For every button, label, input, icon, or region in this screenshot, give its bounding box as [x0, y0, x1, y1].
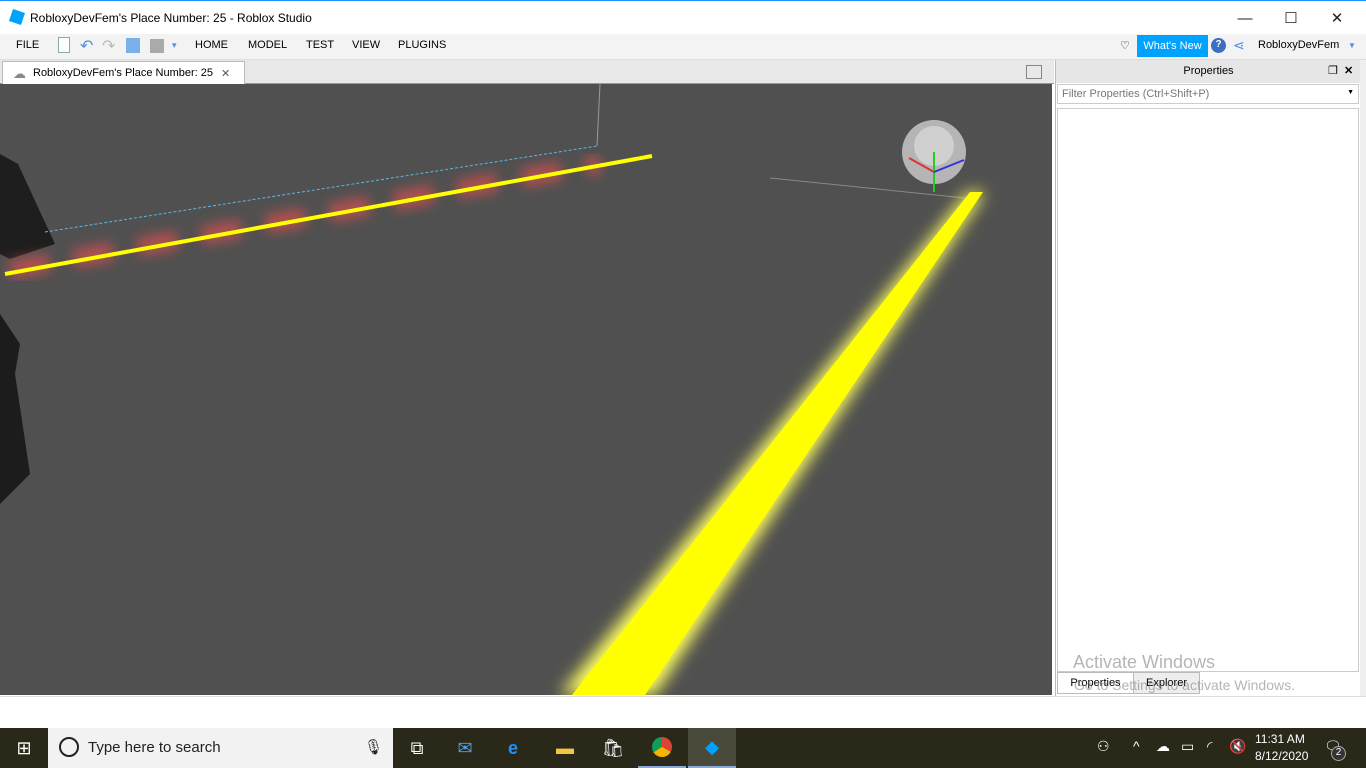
- neon-strip-right: [572, 192, 983, 695]
- cortana-icon: [59, 737, 79, 757]
- view-cube: [902, 120, 966, 192]
- selection-line: [596, 84, 601, 147]
- dark-pillar: [0, 314, 30, 504]
- heart-icon[interactable]: ♡: [1120, 39, 1130, 52]
- people-icon[interactable]: ⚇: [1097, 738, 1110, 755]
- microsoft-store-icon[interactable]: 🛍: [589, 728, 637, 768]
- ribbon-menu-bar: FILE ↶ ↷ ▾ HOME MODEL TEST VIEW PLUGINS …: [0, 34, 1366, 60]
- whats-new-button[interactable]: What's New: [1137, 35, 1208, 57]
- onedrive-icon[interactable]: ☁: [1156, 738, 1170, 755]
- undo-icon[interactable]: ↶: [80, 36, 93, 56]
- right-scrollbar[interactable]: [1360, 60, 1366, 696]
- file-explorer-icon[interactable]: ▬: [541, 728, 589, 768]
- scene: [0, 84, 985, 695]
- menu-plugins[interactable]: PLUGINS: [398, 39, 446, 51]
- show-hidden-icons-chevron-icon[interactable]: ^: [1133, 738, 1140, 754]
- start-windows-icon[interactable]: ⊞: [0, 728, 48, 768]
- chrome-icon[interactable]: [638, 728, 686, 768]
- dark-part: [0, 154, 55, 259]
- stop-icon[interactable]: [150, 39, 164, 53]
- undock-icon[interactable]: ❐: [1328, 64, 1338, 77]
- tab-label: RobloxyDevFem's Place Number: 25: [33, 67, 214, 79]
- battery-icon[interactable]: ▭: [1181, 738, 1194, 755]
- status-bar: [0, 696, 1366, 727]
- minimize-button[interactable]: —: [1222, 1, 1268, 35]
- notification-count-badge: 2: [1331, 746, 1346, 761]
- window-title: RobloxyDevFem's Place Number: 25 - Roblo…: [30, 11, 312, 25]
- panel-close-icon[interactable]: ✕: [1344, 64, 1353, 77]
- properties-title: Properties: [1183, 65, 1234, 77]
- properties-header: Properties ❐ ✕: [1056, 60, 1361, 83]
- menu-file[interactable]: FILE: [16, 39, 39, 51]
- search-placeholder: Type here to search: [88, 739, 221, 756]
- help-icon[interactable]: ?: [1211, 38, 1226, 53]
- redo-icon[interactable]: ↷: [102, 36, 115, 56]
- task-view-icon[interactable]: ⧉: [393, 728, 441, 768]
- user-menu[interactable]: RobloxyDevFem: [1258, 39, 1339, 51]
- menu-view[interactable]: VIEW: [352, 39, 380, 51]
- filter-properties-input[interactable]: Filter Properties (Ctrl+Shift+P) ▼: [1057, 84, 1359, 104]
- wifi-icon[interactable]: ◜: [1207, 738, 1212, 755]
- filter-placeholder: Filter Properties (Ctrl+Shift+P): [1062, 88, 1210, 100]
- roblox-studio-taskbar-icon[interactable]: ◆: [688, 728, 736, 768]
- user-dropdown-icon[interactable]: ▼: [1348, 41, 1356, 50]
- maximize-button[interactable]: ☐: [1268, 1, 1314, 35]
- new-file-icon[interactable]: [58, 37, 70, 53]
- filter-dropdown-icon[interactable]: ▼: [1347, 89, 1354, 96]
- taskbar-search-box[interactable]: Type here to search 🎙: [48, 728, 393, 768]
- title-bar: RobloxyDevFem's Place Number: 25 - Roblo…: [0, 0, 1366, 34]
- edge-browser-icon[interactable]: e: [489, 728, 537, 768]
- windows-taskbar: ⊞ Type here to search 🎙 ⧉ ✉ e ▬ 🛍 ◆ ⚇ ^ …: [0, 728, 1366, 768]
- tab-place[interactable]: ☁ RobloxyDevFem's Place Number: 25 ✕: [2, 61, 245, 84]
- clock-time[interactable]: 11:31 AM: [1255, 732, 1305, 746]
- publish-icon[interactable]: [126, 38, 140, 53]
- cloud-icon: ☁: [13, 66, 26, 81]
- share-icon[interactable]: ⋖: [1233, 37, 1245, 54]
- properties-panel: Properties ❐ ✕ Filter Properties (Ctrl+S…: [1055, 60, 1361, 696]
- activate-windows-subtitle: Go to Settings to activate Windows.: [1074, 677, 1295, 693]
- menu-home[interactable]: HOME: [195, 39, 228, 51]
- menu-model[interactable]: MODEL: [248, 39, 287, 51]
- roblox-studio-logo-icon: [9, 9, 25, 25]
- menu-test[interactable]: TEST: [306, 39, 334, 51]
- volume-muted-icon[interactable]: 🔇: [1229, 738, 1246, 755]
- clock-date[interactable]: 8/12/2020: [1255, 749, 1308, 763]
- 3d-viewport[interactable]: [0, 84, 1052, 695]
- tab-close-icon[interactable]: ✕: [221, 67, 230, 80]
- close-button[interactable]: ✕: [1314, 1, 1360, 35]
- neon-line-left: [4, 154, 653, 276]
- activate-windows-title: Activate Windows: [1073, 652, 1216, 672]
- microphone-icon[interactable]: 🎙: [364, 738, 383, 756]
- document-tab-bar: ☁ RobloxyDevFem's Place Number: 25 ✕: [0, 60, 1054, 84]
- device-emulator-icon[interactable]: [1026, 65, 1042, 79]
- mail-icon[interactable]: ✉: [441, 728, 489, 768]
- properties-list: [1057, 108, 1359, 672]
- selection-line-blue: [44, 145, 598, 233]
- quick-access-dropdown-icon[interactable]: ▾: [172, 40, 177, 51]
